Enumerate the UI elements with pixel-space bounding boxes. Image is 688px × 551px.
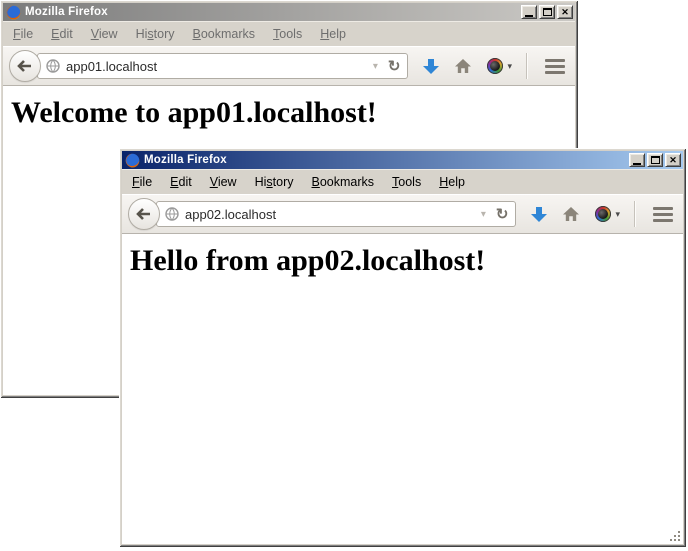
- globe-icon[interactable]: [46, 59, 60, 73]
- url-dropdown-icon[interactable]: ▾: [366, 61, 385, 72]
- firefox-logo-icon: [125, 153, 140, 168]
- download-icon[interactable]: [423, 59, 439, 74]
- page-content: Hello from app02.localhost!: [122, 234, 683, 544]
- navigation-toolbar: app02.localhost ▾ ↻ ▾: [122, 194, 683, 234]
- search-dropdown-icon: ▾: [507, 61, 512, 72]
- menu-bar: FileEditViewHistoryBookmarksToolsHelp: [3, 21, 575, 46]
- search-engine-icon[interactable]: ▾: [487, 58, 512, 74]
- reload-icon[interactable]: ↻: [385, 59, 404, 74]
- menu-item-view[interactable]: View: [202, 173, 245, 191]
- close-button[interactable]: ✕: [557, 5, 573, 19]
- maximize-button[interactable]: [647, 153, 663, 167]
- close-icon: ✕: [561, 8, 569, 17]
- minimize-button[interactable]: [521, 5, 537, 19]
- download-icon[interactable]: [531, 207, 547, 222]
- titlebar[interactable]: Mozilla Firefox ✕: [3, 3, 575, 21]
- url-bar[interactable]: app02.localhost ▾ ↻: [156, 201, 516, 227]
- menu-item-history[interactable]: History: [247, 173, 302, 191]
- page-heading: Hello from app02.localhost!: [130, 244, 683, 278]
- menu-item-edit[interactable]: Edit: [162, 173, 200, 191]
- search-lens-icon: [595, 206, 611, 222]
- window-title: Mozilla Firefox: [25, 6, 521, 18]
- back-button[interactable]: [128, 198, 160, 230]
- navigation-toolbar: app01.localhost ▾ ↻ ▾: [3, 46, 575, 86]
- menu-item-bookmarks[interactable]: Bookmarks: [304, 173, 383, 191]
- reload-icon[interactable]: ↻: [493, 207, 512, 222]
- window-title: Mozilla Firefox: [144, 154, 629, 166]
- back-arrow-icon: [17, 60, 33, 72]
- menu-hamburger-icon[interactable]: [651, 203, 675, 226]
- search-dropdown-icon: ▾: [615, 209, 620, 220]
- search-engine-icon[interactable]: ▾: [595, 206, 620, 222]
- close-icon: ✕: [669, 156, 677, 165]
- minimize-icon: [633, 163, 641, 165]
- toolbar-separator: [526, 53, 527, 79]
- url-input[interactable]: app01.localhost: [66, 59, 366, 74]
- maximize-icon: [543, 8, 552, 16]
- menu-item-file[interactable]: File: [5, 25, 41, 43]
- url-bar[interactable]: app01.localhost ▾ ↻: [37, 53, 408, 79]
- home-icon[interactable]: [562, 206, 580, 222]
- menu-item-history[interactable]: History: [128, 25, 183, 43]
- menu-item-help[interactable]: Help: [431, 173, 473, 191]
- menu-item-tools[interactable]: Tools: [384, 173, 429, 191]
- toolbar-separator: [634, 201, 635, 227]
- menu-bar: FileEditViewHistoryBookmarksToolsHelp: [122, 169, 683, 194]
- back-arrow-icon: [136, 208, 152, 220]
- resize-grip[interactable]: [667, 528, 681, 542]
- menu-item-tools[interactable]: Tools: [265, 25, 310, 43]
- firefox-window-app02: Mozilla Firefox ✕ FileEditViewHistoryBoo…: [119, 148, 686, 547]
- menu-item-view[interactable]: View: [83, 25, 126, 43]
- globe-icon[interactable]: [165, 207, 179, 221]
- minimize-icon: [525, 15, 533, 17]
- minimize-button[interactable]: [629, 153, 645, 167]
- firefox-logo-icon: [6, 5, 21, 20]
- menu-item-help[interactable]: Help: [312, 25, 354, 43]
- menu-hamburger-icon[interactable]: [543, 55, 567, 78]
- search-lens-icon: [487, 58, 503, 74]
- titlebar[interactable]: Mozilla Firefox ✕: [122, 151, 683, 169]
- menu-item-file[interactable]: File: [124, 173, 160, 191]
- url-input[interactable]: app02.localhost: [185, 207, 474, 222]
- maximize-icon: [651, 156, 660, 164]
- back-button[interactable]: [9, 50, 41, 82]
- menu-item-bookmarks[interactable]: Bookmarks: [185, 25, 264, 43]
- home-icon[interactable]: [454, 58, 472, 74]
- menu-item-edit[interactable]: Edit: [43, 25, 81, 43]
- url-dropdown-icon[interactable]: ▾: [474, 209, 493, 220]
- close-button[interactable]: ✕: [665, 153, 681, 167]
- page-heading: Welcome to app01.localhost!: [11, 96, 575, 130]
- maximize-button[interactable]: [539, 5, 555, 19]
